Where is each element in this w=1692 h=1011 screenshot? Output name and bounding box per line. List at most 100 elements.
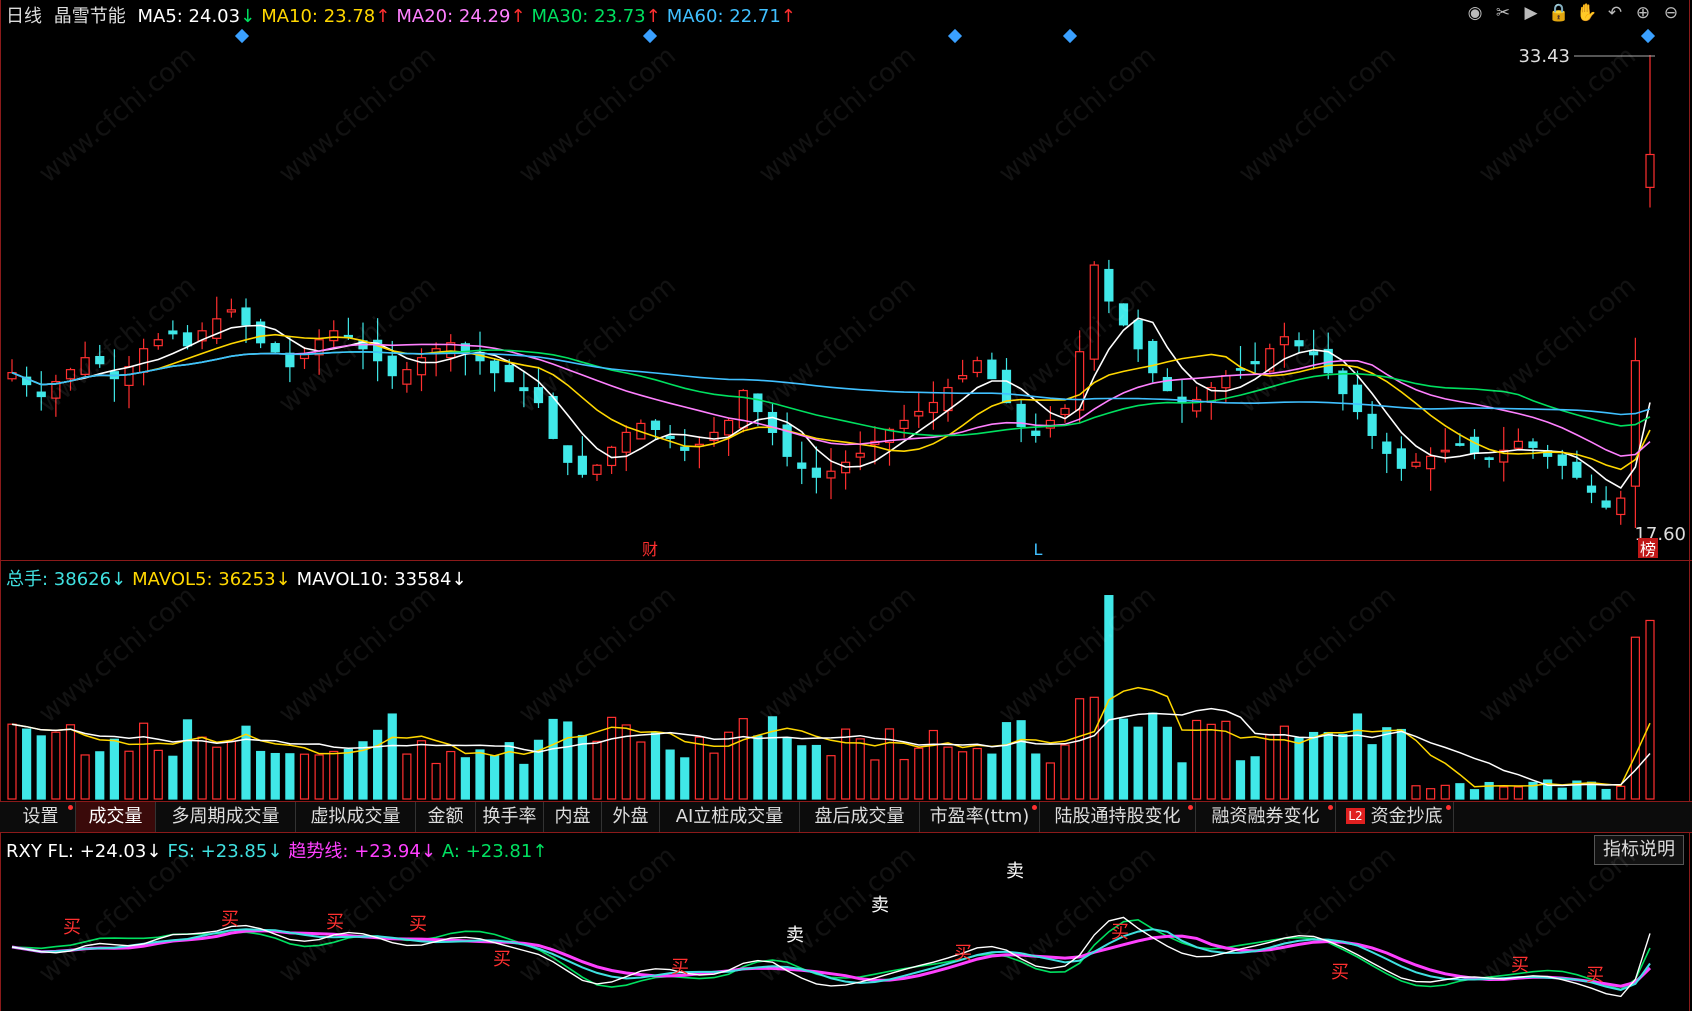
tab-2[interactable]: 多周期成交量 <box>156 802 296 832</box>
candle-body <box>1455 443 1465 446</box>
candle <box>1104 259 1114 314</box>
candle-body <box>329 330 339 342</box>
buy-signal: 买 <box>409 914 427 935</box>
candle-body <box>1250 361 1260 365</box>
candle <box>563 445 573 476</box>
buy-signal: 买 <box>63 917 81 938</box>
volume-bar <box>1543 779 1553 800</box>
tab-12[interactable]: 融资融券变化 <box>1196 802 1336 832</box>
tab-dot <box>68 805 73 810</box>
candle-body <box>680 446 690 451</box>
candle <box>431 342 441 377</box>
volume-chart[interactable] <box>0 561 1692 801</box>
undo-icon[interactable]: ↶ <box>1604 2 1626 24</box>
volume-pane[interactable]: 总手: 38626↓ MAVOL5: 36253↓ MAVOL10: 33584↓ <box>0 561 1692 802</box>
tab-7[interactable]: 外盘 <box>602 802 660 832</box>
price-chart[interactable]: 33.4317.60财 L 榜 <box>0 0 1692 560</box>
volume-bar <box>665 749 675 800</box>
candle-body <box>1396 448 1406 469</box>
volume-bar <box>1192 719 1202 800</box>
volume-legend: 总手: 38626↓ MAVOL5: 36253↓ MAVOL10: 33584↓ <box>6 565 473 591</box>
candle <box>1645 55 1655 208</box>
tab-label: 金额 <box>427 806 464 827</box>
buy-signal: 买 <box>326 912 344 933</box>
candle-body <box>1557 454 1567 466</box>
candle-body <box>592 464 602 475</box>
volume-bar <box>299 753 310 800</box>
volume-bar <box>285 753 295 800</box>
candle-body <box>650 420 661 430</box>
tab-label: 市盈率(ttm) <box>929 806 1030 827</box>
tab-9[interactable]: 盘后成交量 <box>800 802 920 832</box>
candle <box>1294 332 1304 354</box>
volume-bar <box>139 722 149 800</box>
volume-bar <box>446 750 456 800</box>
tab-0[interactable]: 设置 <box>6 802 76 832</box>
candle <box>694 436 704 469</box>
volume-bar <box>738 718 748 800</box>
cut-icon[interactable]: ✂ <box>1492 2 1514 24</box>
hand-icon[interactable]: ✋ <box>1576 2 1598 24</box>
play-icon[interactable]: ▶ <box>1520 2 1542 24</box>
tab-3[interactable]: 虚拟成交量 <box>296 802 416 832</box>
tab-1[interactable]: 成交量 <box>76 802 156 832</box>
ma-legend: MA5: 24.03↓ MA10: 23.78↑ MA20: 24.29↑ MA30:… <box>137 6 801 27</box>
candle <box>329 320 339 347</box>
candle <box>1484 456 1494 468</box>
event-marker-1: L <box>1034 540 1043 559</box>
volume-bar <box>197 736 207 800</box>
candle <box>285 337 295 383</box>
candle <box>197 322 207 350</box>
candle <box>636 419 646 440</box>
lock-icon[interactable]: 🔒 <box>1548 2 1570 24</box>
candle <box>212 296 222 345</box>
volume-bar <box>709 752 719 800</box>
ma-legend-item-2: MA20: 24.29↑ <box>396 6 526 27</box>
tab-4[interactable]: 金额 <box>416 802 476 832</box>
candle <box>519 370 529 408</box>
candle <box>1513 428 1523 450</box>
tab-label: 成交量 <box>88 806 143 827</box>
volume-bar <box>753 735 763 800</box>
tab-5[interactable]: 换手率 <box>476 802 544 832</box>
indicator-explain-button[interactable]: 指标说明 <box>1594 835 1684 865</box>
volume-bar <box>972 747 982 800</box>
candle <box>767 403 778 446</box>
volume-bar <box>943 746 953 800</box>
volume-bar <box>109 738 119 800</box>
tab-10[interactable]: 市盈率(ttm) <box>920 802 1040 832</box>
volume-bar <box>1352 713 1363 800</box>
volume-bar <box>1440 784 1450 800</box>
candle <box>577 436 587 478</box>
candle-body <box>1484 457 1494 460</box>
period-label[interactable]: 日线 <box>6 6 42 27</box>
candle <box>972 356 982 378</box>
indicator-pane[interactable]: 买买买买买买买买买买买卖卖卖 RXY FL: +24.03↓ FS: +23.85… <box>0 833 1692 1011</box>
candle <box>402 361 412 393</box>
event-diamond <box>642 28 658 44</box>
price-pane[interactable]: 33.43 17.60 财 L 榜 日线 晶雪节能 MA5: 24.03↓ MA10: 2… <box>0 0 1692 561</box>
volume-bar <box>153 749 163 800</box>
candle <box>1323 332 1333 380</box>
candle-body <box>563 445 573 463</box>
volume-bar <box>1382 727 1392 800</box>
candle-body <box>928 401 938 414</box>
volume-bar <box>1294 737 1304 800</box>
zoom-in-icon[interactable]: ⊕ <box>1632 2 1654 24</box>
tab-13[interactable]: L2 资金抄底 <box>1336 802 1454 832</box>
candle <box>1528 438 1538 459</box>
eye-icon[interactable]: ◉ <box>1464 2 1486 24</box>
tab-dot <box>1032 805 1037 810</box>
tab-8[interactable]: AI立桩成交量 <box>660 802 800 832</box>
volume-bar <box>1060 744 1070 800</box>
volume-bar <box>1235 760 1246 800</box>
candle-body <box>124 366 134 386</box>
volume-bar <box>7 723 17 800</box>
buy-signal: 买 <box>493 949 511 970</box>
tab-6[interactable]: 内盘 <box>544 802 602 832</box>
tab-11[interactable]: 陆股通持股变化 <box>1040 802 1196 832</box>
volume-bar <box>841 728 851 800</box>
volume-bar <box>475 749 485 800</box>
volume-bar <box>1133 726 1143 800</box>
zoom-out-icon[interactable]: ⊖ <box>1660 2 1682 24</box>
